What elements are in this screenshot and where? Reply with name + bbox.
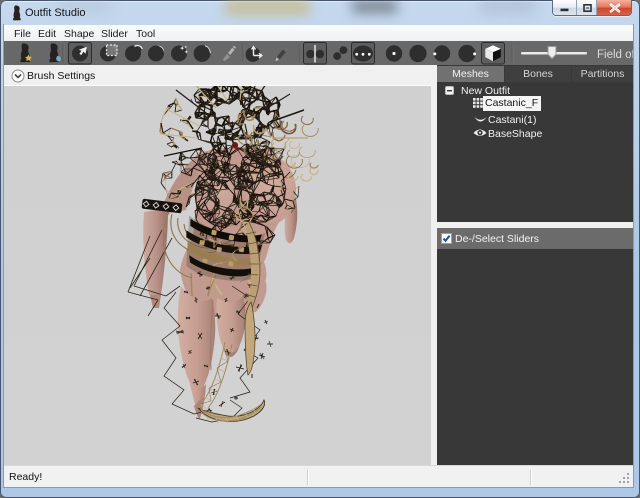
svg-text:Field of: Field of [597,49,633,61]
